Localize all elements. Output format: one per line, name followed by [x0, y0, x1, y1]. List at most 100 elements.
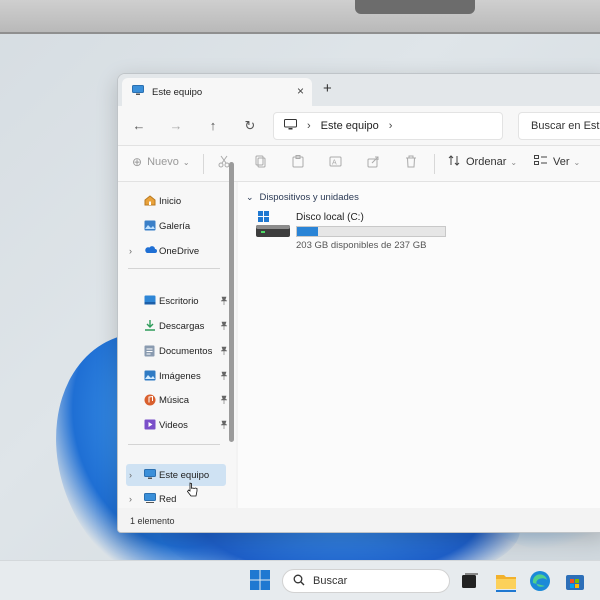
- address-trailing-chevron-icon[interactable]: ›: [389, 120, 393, 132]
- drive-usage-fill: [297, 227, 319, 236]
- new-tab-button[interactable]: +: [323, 80, 332, 97]
- desktop-folder-icon: [144, 295, 156, 308]
- monitor-camera-notch: [355, 0, 475, 14]
- pin-icon[interactable]: [220, 420, 228, 431]
- sidebar-item-home[interactable]: Inicio: [126, 190, 226, 212]
- command-bar: ⊕ Nuevo ⌄ A Ordenar ⌄ Ver ⌄: [118, 146, 600, 182]
- group-header[interactable]: ⌄ Dispositivos y unidades: [246, 192, 359, 203]
- rename-icon[interactable]: A: [329, 155, 342, 168]
- sidebar-item-label: Descargas: [159, 320, 205, 332]
- forward-button[interactable]: →: [166, 116, 186, 136]
- sort-button[interactable]: Ordenar ⌄: [448, 155, 517, 169]
- file-explorer-icon[interactable]: [494, 569, 518, 593]
- command-separator: [203, 154, 204, 174]
- videos-icon: [144, 419, 156, 433]
- delete-icon[interactable]: [405, 155, 417, 168]
- pictures-icon: [144, 370, 156, 384]
- expand-chevron-icon[interactable]: ›: [129, 470, 132, 480]
- chevron-down-icon: ⌄: [510, 157, 518, 167]
- drive-free-space: 203 GB disponibles de 237 GB: [296, 240, 427, 251]
- up-button[interactable]: ↑: [203, 116, 223, 136]
- store-icon[interactable]: [563, 569, 587, 593]
- documents-icon: [144, 345, 155, 360]
- pin-icon[interactable]: [220, 371, 228, 382]
- edge-icon[interactable]: [528, 569, 552, 593]
- windows-start-icon[interactable]: [250, 570, 270, 595]
- sidebar-item-gallery[interactable]: Galería: [126, 215, 226, 237]
- sidebar-scrollbar[interactable]: [229, 162, 234, 442]
- drive-name: Disco local (C:): [296, 212, 364, 223]
- plus-circle-icon: ⊕: [132, 155, 143, 169]
- new-button[interactable]: ⊕ Nuevo ⌄: [132, 155, 190, 169]
- back-button[interactable]: ←: [129, 116, 149, 136]
- refresh-button[interactable]: ↻: [240, 116, 260, 136]
- task-view-icon[interactable]: [458, 569, 482, 593]
- this-pc-icon: [132, 85, 144, 99]
- address-chevron-icon: ›: [307, 120, 311, 132]
- sidebar-item-label: Galería: [159, 220, 191, 232]
- sidebar-item-label: Videos: [159, 419, 188, 431]
- expand-chevron-icon[interactable]: ›: [129, 494, 132, 504]
- group-header-label: Dispositivos y unidades: [259, 192, 359, 203]
- sidebar-item-label: Imágenes: [159, 370, 201, 382]
- sidebar-item-documents[interactable]: Documentos: [126, 340, 228, 362]
- navigation-pane: Inicio Galería › OneDrive Escritorio Des…: [118, 182, 236, 508]
- monitor-icon: [284, 119, 297, 133]
- sidebar-item-label: Red: [159, 493, 177, 505]
- pin-icon[interactable]: [220, 296, 228, 307]
- tab-this-pc[interactable]: Este equipo ×: [122, 78, 312, 106]
- sort-icon: [448, 155, 460, 169]
- address-location[interactable]: Este equipo: [321, 120, 379, 132]
- mouse-cursor-icon: [186, 482, 198, 501]
- chevron-down-icon: ⌄: [182, 157, 190, 167]
- view-button[interactable]: Ver ⌄: [534, 155, 580, 169]
- this-pc-icon: [144, 469, 156, 483]
- item-count: 1 elemento: [130, 516, 175, 526]
- close-icon[interactable]: ×: [297, 84, 304, 98]
- music-icon: [144, 394, 156, 409]
- sidebar-separator: [128, 268, 220, 269]
- sidebar-item-label: Este equipo: [159, 469, 210, 481]
- sidebar-item-desktop[interactable]: Escritorio: [126, 290, 228, 312]
- sidebar-item-label: Escritorio: [159, 295, 199, 307]
- home-icon: [144, 195, 156, 209]
- chevron-down-icon: ⌄: [246, 192, 254, 202]
- network-icon: [144, 493, 156, 507]
- navigation-bar: ← → ↑ ↻ › Este equipo › Buscar en Este e…: [118, 106, 600, 146]
- sidebar-item-this-pc[interactable]: › Este equipo: [126, 464, 226, 486]
- sidebar-item-label: OneDrive: [159, 245, 200, 257]
- downloads-icon: [144, 320, 156, 334]
- taskbar-search[interactable]: Buscar: [282, 569, 450, 593]
- drive-usage-bar: [296, 226, 446, 237]
- search-input[interactable]: Buscar en Este equipo: [518, 112, 600, 140]
- search-icon: [293, 574, 305, 589]
- address-bar[interactable]: › Este equipo ›: [273, 112, 503, 140]
- onedrive-icon: [144, 245, 157, 257]
- pin-icon[interactable]: [220, 346, 228, 357]
- tab-bar: Este equipo × +: [118, 74, 600, 106]
- windows-drive-icon: [256, 210, 290, 245]
- pin-icon[interactable]: [220, 395, 228, 406]
- expand-chevron-icon[interactable]: ›: [129, 246, 132, 256]
- status-bar: 1 elemento: [118, 508, 600, 532]
- sidebar-item-label: Documentos: [159, 345, 213, 357]
- sidebar-item-label: Música: [159, 394, 190, 406]
- pin-icon[interactable]: [220, 321, 228, 332]
- drive-item-c[interactable]: Disco local (C:) 203 GB disponibles de 2…: [256, 210, 456, 258]
- chevron-down-icon: ⌄: [573, 157, 581, 167]
- sidebar-item-pictures[interactable]: Imágenes: [126, 365, 228, 387]
- paste-icon[interactable]: [292, 155, 304, 168]
- monitor-bezel: [0, 0, 600, 34]
- copy-icon[interactable]: [255, 155, 267, 168]
- sidebar-item-music[interactable]: Música: [126, 389, 228, 411]
- sidebar-item-videos[interactable]: Videos: [126, 414, 228, 436]
- sidebar-item-onedrive[interactable]: › OneDrive: [126, 240, 226, 262]
- new-button-label: Nuevo: [147, 156, 179, 168]
- share-icon[interactable]: [367, 155, 380, 168]
- sort-label: Ordenar: [466, 156, 507, 168]
- sidebar-item-network[interactable]: › Red: [126, 488, 226, 510]
- sidebar-item-downloads[interactable]: Descargas: [126, 315, 228, 337]
- svg-text:A: A: [332, 160, 337, 167]
- command-separator: [434, 154, 435, 174]
- sidebar-separator: [128, 444, 220, 445]
